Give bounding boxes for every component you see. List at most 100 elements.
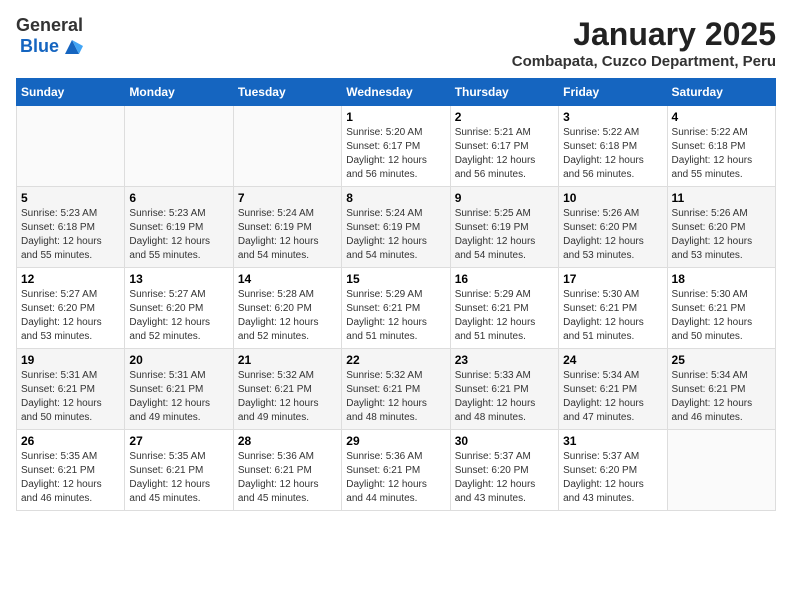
calendar-cell: 2 Sunrise: 5:21 AMSunset: 6:17 PMDaylight… bbox=[450, 106, 558, 187]
day-number: 27 bbox=[129, 434, 228, 448]
calendar-cell: 14 Sunrise: 5:28 AMSunset: 6:20 PMDayligh… bbox=[233, 268, 341, 349]
logo-blue: Blue bbox=[20, 37, 59, 57]
day-info: Sunrise: 5:29 AMSunset: 6:21 PMDaylight:… bbox=[346, 288, 445, 344]
day-number: 28 bbox=[238, 434, 337, 448]
calendar-cell: 16 Sunrise: 5:29 AMSunset: 6:21 PMDayligh… bbox=[450, 268, 558, 349]
calendar-cell: 17 Sunrise: 5:30 AMSunset: 6:21 PMDayligh… bbox=[559, 268, 667, 349]
day-info: Sunrise: 5:25 AMSunset: 6:19 PMDaylight:… bbox=[455, 207, 554, 263]
day-number: 20 bbox=[129, 353, 228, 367]
day-info: Sunrise: 5:37 AMSunset: 6:20 PMDaylight:… bbox=[455, 450, 554, 506]
day-info: Sunrise: 5:26 AMSunset: 6:20 PMDaylight:… bbox=[563, 207, 662, 263]
day-info: Sunrise: 5:36 AMSunset: 6:21 PMDaylight:… bbox=[346, 450, 445, 506]
day-number: 9 bbox=[455, 191, 554, 205]
day-info: Sunrise: 5:21 AMSunset: 6:17 PMDaylight:… bbox=[455, 126, 554, 182]
day-number: 25 bbox=[672, 353, 771, 367]
week-row-2: 5 Sunrise: 5:23 AMSunset: 6:18 PMDaylight… bbox=[17, 187, 776, 268]
day-number: 8 bbox=[346, 191, 445, 205]
day-number: 12 bbox=[21, 272, 120, 286]
day-number: 3 bbox=[563, 110, 662, 124]
logo: General Blue bbox=[16, 16, 83, 58]
day-info: Sunrise: 5:27 AMSunset: 6:20 PMDaylight:… bbox=[21, 288, 120, 344]
calendar-cell: 9 Sunrise: 5:25 AMSunset: 6:19 PMDaylight… bbox=[450, 187, 558, 268]
day-info: Sunrise: 5:23 AMSunset: 6:19 PMDaylight:… bbox=[129, 207, 228, 263]
header-day-wednesday: Wednesday bbox=[342, 79, 450, 106]
logo-icon bbox=[61, 36, 83, 58]
calendar-table: SundayMondayTuesdayWednesdayThursdayFrid… bbox=[16, 78, 776, 511]
calendar-cell: 21 Sunrise: 5:32 AMSunset: 6:21 PMDayligh… bbox=[233, 349, 341, 430]
calendar-cell: 11Sunrise: 5:26 AMSunset: 6:20 PMDayligh… bbox=[667, 187, 775, 268]
day-info: Sunrise: 5:29 AMSunset: 6:21 PMDaylight:… bbox=[455, 288, 554, 344]
week-row-1: 1Sunrise: 5:20 AMSunset: 6:17 PMDaylight… bbox=[17, 106, 776, 187]
day-info: Sunrise: 5:22 AMSunset: 6:18 PMDaylight:… bbox=[672, 126, 771, 182]
calendar-cell: 25 Sunrise: 5:34 AMSunset: 6:21 PMDayligh… bbox=[667, 349, 775, 430]
calendar-cell: 8 Sunrise: 5:24 AMSunset: 6:19 PMDaylight… bbox=[342, 187, 450, 268]
title-block: January 2025 Combapata, Cuzco Department… bbox=[512, 16, 776, 70]
week-row-3: 12 Sunrise: 5:27 AMSunset: 6:20 PMDayligh… bbox=[17, 268, 776, 349]
calendar-cell bbox=[233, 106, 341, 187]
header-day-tuesday: Tuesday bbox=[233, 79, 341, 106]
day-number: 1 bbox=[346, 110, 445, 124]
day-info: Sunrise: 5:35 AMSunset: 6:21 PMDaylight:… bbox=[129, 450, 228, 506]
day-info: Sunrise: 5:34 AMSunset: 6:21 PMDaylight:… bbox=[672, 369, 771, 425]
calendar-cell: 15 Sunrise: 5:29 AMSunset: 6:21 PMDayligh… bbox=[342, 268, 450, 349]
calendar-cell bbox=[667, 430, 775, 511]
day-number: 5 bbox=[21, 191, 120, 205]
day-number: 15 bbox=[346, 272, 445, 286]
day-info: Sunrise: 5:32 AMSunset: 6:21 PMDaylight:… bbox=[346, 369, 445, 425]
calendar-cell: 26Sunrise: 5:35 AMSunset: 6:21 PMDayligh… bbox=[17, 430, 125, 511]
day-number: 16 bbox=[455, 272, 554, 286]
day-info: Sunrise: 5:26 AMSunset: 6:20 PMDaylight:… bbox=[672, 207, 771, 263]
calendar-cell: 7 Sunrise: 5:24 AMSunset: 6:19 PMDaylight… bbox=[233, 187, 341, 268]
day-number: 4 bbox=[672, 110, 771, 124]
day-number: 19 bbox=[21, 353, 120, 367]
header-day-saturday: Saturday bbox=[667, 79, 775, 106]
calendar-cell bbox=[17, 106, 125, 187]
day-info: Sunrise: 5:24 AMSunset: 6:19 PMDaylight:… bbox=[238, 207, 337, 263]
day-number: 6 bbox=[129, 191, 228, 205]
calendar-cell: 20 Sunrise: 5:31 AMSunset: 6:21 PMDayligh… bbox=[125, 349, 233, 430]
calendar-cell: 19 Sunrise: 5:31 AMSunset: 6:21 PMDayligh… bbox=[17, 349, 125, 430]
day-info: Sunrise: 5:30 AMSunset: 6:21 PMDaylight:… bbox=[563, 288, 662, 344]
calendar-cell: 31 Sunrise: 5:37 AMSunset: 6:20 PMDayligh… bbox=[559, 430, 667, 511]
calendar-cell: 29Sunrise: 5:36 AMSunset: 6:21 PMDayligh… bbox=[342, 430, 450, 511]
day-number: 10 bbox=[563, 191, 662, 205]
header-row: SundayMondayTuesdayWednesdayThursdayFrid… bbox=[17, 79, 776, 106]
day-info: Sunrise: 5:37 AMSunset: 6:20 PMDaylight:… bbox=[563, 450, 662, 506]
day-number: 18 bbox=[672, 272, 771, 286]
calendar-cell: 10 Sunrise: 5:26 AMSunset: 6:20 PMDayligh… bbox=[559, 187, 667, 268]
page-header: General Blue January 2025 Combapata, Cuz… bbox=[16, 16, 776, 70]
day-number: 23 bbox=[455, 353, 554, 367]
calendar-cell: 22 Sunrise: 5:32 AMSunset: 6:21 PMDayligh… bbox=[342, 349, 450, 430]
day-info: Sunrise: 5:31 AMSunset: 6:21 PMDaylight:… bbox=[21, 369, 120, 425]
day-number: 22 bbox=[346, 353, 445, 367]
day-info: Sunrise: 5:24 AMSunset: 6:19 PMDaylight:… bbox=[346, 207, 445, 263]
day-info: Sunrise: 5:22 AMSunset: 6:18 PMDaylight:… bbox=[563, 126, 662, 182]
day-info: Sunrise: 5:32 AMSunset: 6:21 PMDaylight:… bbox=[238, 369, 337, 425]
day-number: 2 bbox=[455, 110, 554, 124]
calendar-cell bbox=[125, 106, 233, 187]
calendar-cell: 23Sunrise: 5:33 AMSunset: 6:21 PMDayligh… bbox=[450, 349, 558, 430]
day-number: 30 bbox=[455, 434, 554, 448]
day-number: 13 bbox=[129, 272, 228, 286]
day-number: 24 bbox=[563, 353, 662, 367]
header-day-friday: Friday bbox=[559, 79, 667, 106]
day-number: 31 bbox=[563, 434, 662, 448]
day-info: Sunrise: 5:30 AMSunset: 6:21 PMDaylight:… bbox=[672, 288, 771, 344]
calendar-cell: 3 Sunrise: 5:22 AMSunset: 6:18 PMDaylight… bbox=[559, 106, 667, 187]
day-info: Sunrise: 5:28 AMSunset: 6:20 PMDaylight:… bbox=[238, 288, 337, 344]
main-title: January 2025 bbox=[512, 16, 776, 53]
calendar-cell: 4 Sunrise: 5:22 AMSunset: 6:18 PMDaylight… bbox=[667, 106, 775, 187]
header-day-sunday: Sunday bbox=[17, 79, 125, 106]
day-info: Sunrise: 5:31 AMSunset: 6:21 PMDaylight:… bbox=[129, 369, 228, 425]
day-number: 17 bbox=[563, 272, 662, 286]
header-day-thursday: Thursday bbox=[450, 79, 558, 106]
calendar-cell: 12 Sunrise: 5:27 AMSunset: 6:20 PMDayligh… bbox=[17, 268, 125, 349]
day-info: Sunrise: 5:23 AMSunset: 6:18 PMDaylight:… bbox=[21, 207, 120, 263]
day-number: 21 bbox=[238, 353, 337, 367]
day-info: Sunrise: 5:35 AMSunset: 6:21 PMDaylight:… bbox=[21, 450, 120, 506]
calendar-cell: 1Sunrise: 5:20 AMSunset: 6:17 PMDaylight… bbox=[342, 106, 450, 187]
day-number: 14 bbox=[238, 272, 337, 286]
logo-general: General bbox=[16, 16, 83, 36]
day-number: 7 bbox=[238, 191, 337, 205]
day-info: Sunrise: 5:36 AMSunset: 6:21 PMDaylight:… bbox=[238, 450, 337, 506]
